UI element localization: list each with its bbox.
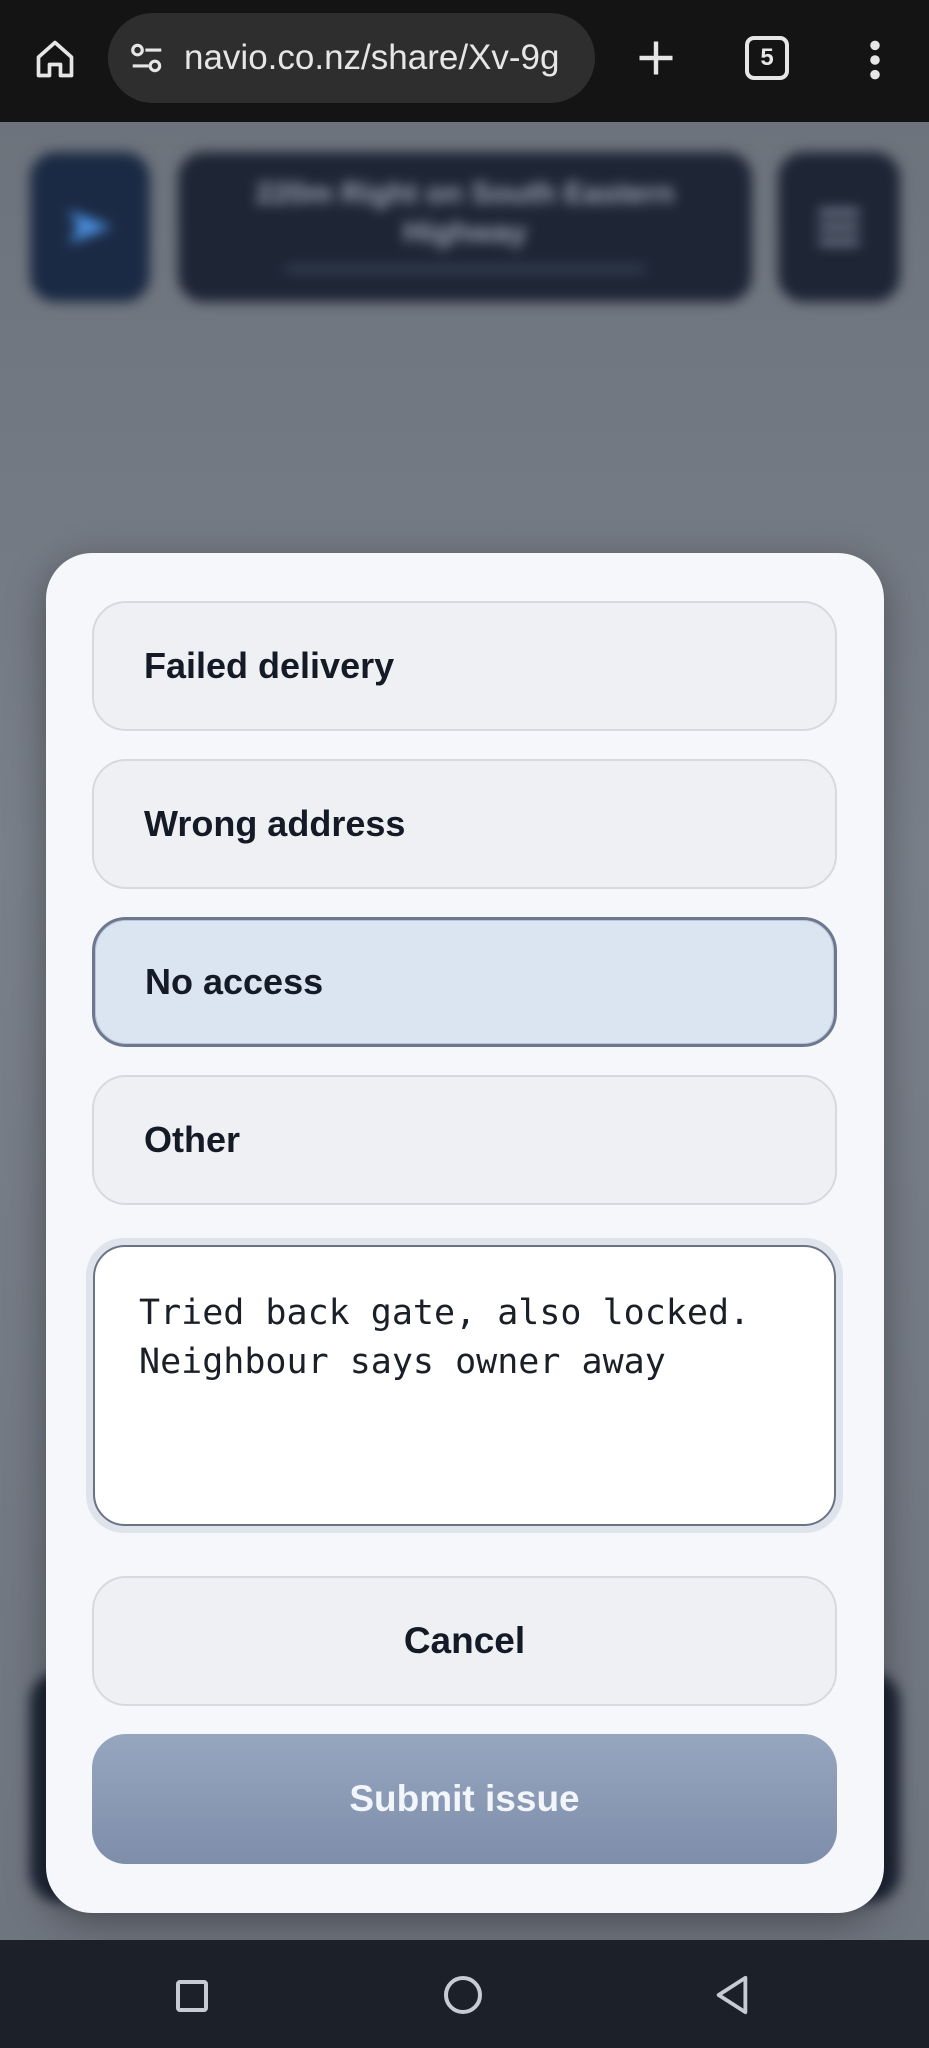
note-field-focus-ring: Tried back gate, also locked. Neighbour … [86, 1238, 843, 1533]
browser-toolbar: navio.co.nz/share/Xv-9g 5 [0, 0, 929, 122]
turn-instruction-banner: 220m Right on South Eastern Highway [178, 152, 752, 302]
submit-issue-button[interactable]: Submit issue [92, 1734, 837, 1864]
navigation-arrow-icon [68, 210, 112, 244]
home-icon [36, 40, 74, 78]
site-settings-icon[interactable] [128, 39, 166, 77]
app-menu-button [778, 152, 900, 302]
issue-note-textarea[interactable]: Tried back gate, also locked. Neighbour … [93, 1245, 836, 1526]
turn-instruction-text: 220m Right on South Eastern Highway [255, 177, 675, 249]
more-vert-icon [870, 40, 880, 80]
home-button[interactable] [28, 32, 82, 86]
hamburger-icon [819, 209, 859, 245]
system-navigation-bar [0, 1940, 929, 2048]
url-text[interactable]: navio.co.nz/share/Xv-9g [184, 38, 559, 78]
option-no-access[interactable]: No access [92, 917, 837, 1047]
report-issue-dialog: Failed delivery Wrong address No access … [46, 553, 884, 1913]
new-tab-button[interactable] [628, 30, 684, 86]
browser-menu-button[interactable] [855, 32, 895, 88]
back-icon[interactable] [712, 1974, 752, 2016]
recents-button[interactable] [176, 1980, 208, 2012]
plus-icon [639, 41, 673, 75]
option-other[interactable]: Other [92, 1075, 837, 1205]
route-progress-bar [285, 266, 645, 272]
tab-switcher-button[interactable]: 5 [745, 36, 789, 80]
home-system-button[interactable] [444, 1976, 482, 2014]
address-bar[interactable]: navio.co.nz/share/Xv-9g [108, 13, 595, 103]
cancel-button[interactable]: Cancel [92, 1576, 837, 1706]
option-failed-delivery[interactable]: Failed delivery [92, 601, 837, 731]
navigation-button [30, 152, 150, 302]
option-wrong-address[interactable]: Wrong address [92, 759, 837, 889]
